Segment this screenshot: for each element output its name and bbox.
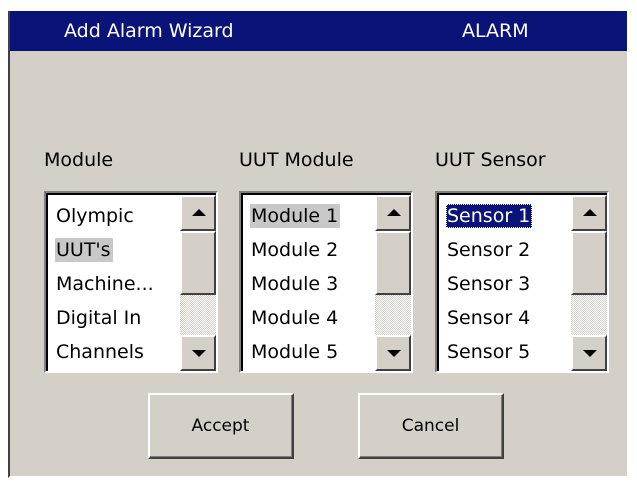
triangle-down-icon: [192, 350, 206, 357]
list-item[interactable]: Sensor 4: [443, 301, 571, 335]
list-item[interactable]: Module 5: [247, 335, 375, 369]
list-item[interactable]: Module 3: [247, 267, 375, 301]
list-item[interactable]: Sensor 2: [443, 233, 571, 267]
uut-sensor-listbox[interactable]: Sensor 1 Sensor 2 Sensor 3 Sensor 4 Sens…: [435, 191, 609, 373]
window-tag: ALARM: [462, 20, 529, 42]
module-listbox[interactable]: Olympic UUT's Machine... Digital In Chan…: [44, 191, 218, 373]
scroll-up-button[interactable]: [375, 195, 411, 231]
list-item[interactable]: Sensor 5: [443, 335, 571, 369]
scroll-up-button[interactable]: [571, 195, 607, 231]
list-item[interactable]: Channels: [52, 335, 180, 369]
triangle-down-icon: [387, 350, 401, 357]
list-item[interactable]: Olympic: [52, 199, 180, 233]
uut-sensor-label: UUT Sensor: [435, 149, 546, 171]
scroll-up-button[interactable]: [180, 195, 216, 231]
cancel-button-label: Cancel: [401, 415, 460, 436]
window-title: Add Alarm Wizard: [64, 20, 234, 42]
list-item-selected[interactable]: UUT's: [52, 233, 180, 267]
add-alarm-wizard-dialog: Add Alarm Wizard ALARM Module Olympic UU…: [8, 11, 627, 478]
module-label: Module: [44, 149, 114, 171]
triangle-down-icon: [583, 350, 597, 357]
title-bar: Add Alarm Wizard ALARM: [10, 11, 627, 51]
scroll-thumb[interactable]: [180, 231, 216, 295]
scroll-down-button[interactable]: [571, 335, 607, 371]
cancel-button[interactable]: Cancel: [358, 393, 504, 459]
triangle-up-icon: [192, 209, 206, 216]
triangle-up-icon: [583, 209, 597, 216]
module-list-items: Olympic UUT's Machine... Digital In Chan…: [52, 199, 180, 369]
uut-module-scrollbar[interactable]: [375, 195, 411, 371]
scroll-down-button[interactable]: [180, 335, 216, 371]
uut-sensor-list-items: Sensor 1 Sensor 2 Sensor 3 Sensor 4 Sens…: [443, 199, 571, 369]
list-item-selected[interactable]: Sensor 1: [443, 199, 571, 233]
list-item[interactable]: Machine...: [52, 267, 180, 301]
accept-button[interactable]: Accept: [148, 393, 294, 459]
list-item-selected[interactable]: Module 1: [247, 199, 375, 233]
module-scrollbar[interactable]: [180, 195, 216, 371]
uut-sensor-scrollbar[interactable]: [571, 195, 607, 371]
list-item[interactable]: Sensor 3: [443, 267, 571, 301]
accept-button-label: Accept: [191, 415, 250, 436]
scroll-thumb[interactable]: [375, 231, 411, 295]
uut-module-listbox[interactable]: Module 1 Module 2 Module 3 Module 4 Modu…: [239, 191, 413, 373]
uut-module-label: UUT Module: [239, 149, 354, 171]
uut-module-list-items: Module 1 Module 2 Module 3 Module 4 Modu…: [247, 199, 375, 369]
list-item[interactable]: Module 2: [247, 233, 375, 267]
scroll-thumb[interactable]: [571, 231, 607, 295]
list-item[interactable]: Digital In: [52, 301, 180, 335]
list-item[interactable]: Module 4: [247, 301, 375, 335]
scroll-down-button[interactable]: [375, 335, 411, 371]
triangle-up-icon: [387, 209, 401, 216]
